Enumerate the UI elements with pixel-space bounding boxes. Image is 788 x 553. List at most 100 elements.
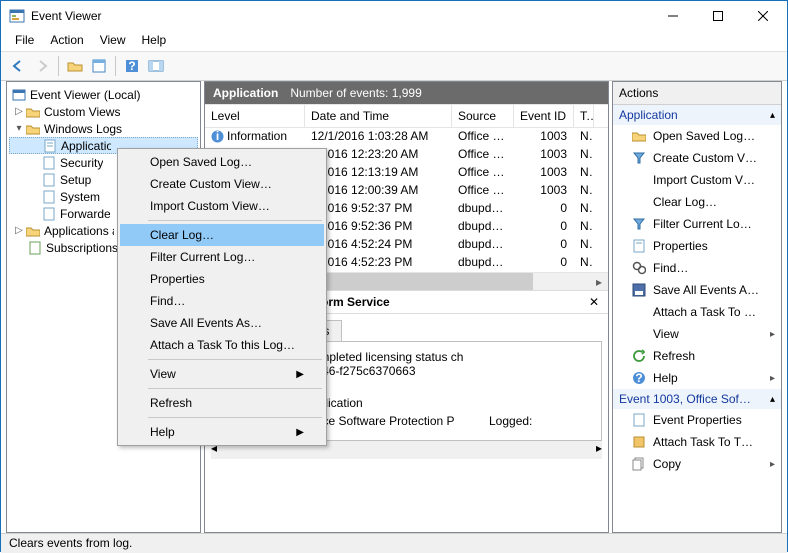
- menu-file[interactable]: File: [7, 31, 42, 51]
- collapse-icon[interactable]: ▴: [770, 110, 775, 121]
- cell-date: 0/2016 4:52:24 PM: [305, 236, 452, 254]
- action-icon: [631, 412, 647, 428]
- help-button[interactable]: ?: [121, 55, 143, 77]
- context-menu-item[interactable]: Create Custom View…: [120, 173, 324, 195]
- menu-item-label: Refresh: [150, 396, 192, 410]
- menu-separator: [148, 388, 322, 389]
- actions-section-application[interactable]: Application ▴: [613, 105, 781, 125]
- menu-action[interactable]: Action: [42, 31, 91, 51]
- close-button[interactable]: [740, 2, 785, 30]
- forward-button[interactable]: [31, 55, 53, 77]
- context-menu-item[interactable]: Filter Current Log…: [120, 246, 324, 268]
- context-menu[interactable]: Open Saved Log…Create Custom View…Import…: [117, 148, 327, 446]
- action-item[interactable]: Filter Current Lo…: [613, 213, 781, 235]
- action-item[interactable]: Refresh: [613, 345, 781, 367]
- col-level[interactable]: Level: [205, 105, 305, 127]
- expand-icon[interactable]: ▷: [13, 106, 25, 117]
- properties-button[interactable]: [88, 55, 110, 77]
- action-item[interactable]: Attach a Task To …: [613, 301, 781, 323]
- log-icon: [41, 155, 57, 171]
- cell-source: dbupd…: [452, 218, 514, 236]
- maximize-button[interactable]: [695, 2, 740, 30]
- action-label: Help: [653, 371, 764, 385]
- col-task[interactable]: Task: [574, 105, 594, 127]
- context-menu-item[interactable]: Help▶: [120, 421, 324, 443]
- toolbar-separator: [115, 56, 116, 76]
- action-item[interactable]: Copy ▸: [613, 453, 781, 475]
- action-item[interactable]: Event Properties: [613, 409, 781, 431]
- cell-eventid: 1003: [514, 128, 574, 146]
- context-menu-item[interactable]: Properties: [120, 268, 324, 290]
- collapse-icon[interactable]: ▴: [770, 394, 775, 405]
- action-item[interactable]: Find…: [613, 257, 781, 279]
- cell-date: 0/2016 12:00:39 AM: [305, 182, 452, 200]
- tree-custom-views[interactable]: ▷ Custom Views: [9, 103, 198, 120]
- tree-windows-logs[interactable]: ▾ Windows Logs: [9, 120, 198, 137]
- context-menu-item[interactable]: Attach a Task To this Log…: [120, 334, 324, 356]
- context-menu-item[interactable]: Find…: [120, 290, 324, 312]
- log-icon: [42, 138, 58, 154]
- action-item[interactable]: Clear Log…: [613, 191, 781, 213]
- actions-title: Actions: [613, 82, 781, 105]
- eventviewer-icon: [11, 87, 27, 103]
- action-icon: [631, 216, 647, 232]
- action-item[interactable]: Create Custom V…: [613, 147, 781, 169]
- chevron-right-icon: ▸: [770, 373, 775, 384]
- context-menu-item[interactable]: Refresh: [120, 392, 324, 414]
- action-item[interactable]: Properties: [613, 235, 781, 257]
- table-row[interactable]: iInformation 12/1/2016 1:03:28 AM Office…: [205, 128, 608, 146]
- action-label: Copy: [653, 457, 764, 471]
- action-label: Import Custom V…: [653, 173, 775, 187]
- menu-separator: [148, 220, 322, 221]
- menu-item-label: View: [150, 367, 176, 381]
- col-date[interactable]: Date and Time: [305, 105, 452, 127]
- action-item[interactable]: ?Help▸: [613, 367, 781, 389]
- actions-section-event[interactable]: Event 1003, Office Sof… ▴: [613, 389, 781, 409]
- menu-help[interactable]: Help: [134, 31, 175, 51]
- col-source[interactable]: Source: [452, 105, 514, 127]
- folder-button[interactable]: [64, 55, 86, 77]
- action-label: Find…: [653, 261, 775, 275]
- tree-label: Setup: [60, 173, 91, 187]
- logged-label: Logged:: [489, 414, 549, 428]
- content-title: Application: [213, 86, 278, 100]
- menu-view[interactable]: View: [92, 31, 134, 51]
- cell-date: 0/2016 9:52:36 PM: [305, 218, 452, 236]
- panel-button[interactable]: [145, 55, 167, 77]
- action-icon: [631, 194, 647, 210]
- chevron-right-icon: ▸: [770, 459, 775, 470]
- context-menu-item[interactable]: View▶: [120, 363, 324, 385]
- folder-icon: [25, 121, 41, 137]
- status-text: Clears events from log.: [9, 536, 132, 550]
- grid-header[interactable]: Level Date and Time Source Event ID Task: [205, 104, 608, 128]
- action-item[interactable]: View▸: [613, 323, 781, 345]
- menu-separator: [148, 359, 322, 360]
- col-eventid[interactable]: Event ID: [514, 105, 574, 127]
- tree-label: Windows Logs: [44, 122, 122, 136]
- action-item[interactable]: Import Custom V…: [613, 169, 781, 191]
- context-menu-item[interactable]: Import Custom View…: [120, 195, 324, 217]
- action-item[interactable]: Attach Task To T…: [613, 431, 781, 453]
- cell-task: N: [574, 236, 594, 254]
- minimize-button[interactable]: [650, 2, 695, 30]
- action-item[interactable]: Open Saved Log…: [613, 125, 781, 147]
- cell-source: Office …: [452, 146, 514, 164]
- log-icon: [41, 189, 57, 205]
- context-menu-item[interactable]: Open Saved Log…: [120, 151, 324, 173]
- back-button[interactable]: [7, 55, 29, 77]
- action-icon: [631, 326, 647, 342]
- menu-separator: [148, 417, 322, 418]
- menubar: File Action View Help: [1, 31, 787, 51]
- context-menu-item[interactable]: Clear Log…: [120, 224, 324, 246]
- context-menu-item[interactable]: Save All Events As…: [120, 312, 324, 334]
- scroll-right-icon[interactable]: ▸: [590, 273, 608, 290]
- cell-eventid: 1003: [514, 146, 574, 164]
- collapse-icon[interactable]: ▾: [13, 123, 25, 134]
- expand-icon[interactable]: ▷: [13, 225, 25, 236]
- tree-root[interactable]: Event Viewer (Local): [9, 86, 198, 103]
- window-title: Event Viewer: [31, 9, 650, 23]
- scroll-right-icon[interactable]: ▸: [596, 441, 602, 459]
- cell-task: N: [574, 200, 594, 218]
- action-item[interactable]: Save All Events A…: [613, 279, 781, 301]
- close-detail-button[interactable]: ✕: [586, 295, 602, 309]
